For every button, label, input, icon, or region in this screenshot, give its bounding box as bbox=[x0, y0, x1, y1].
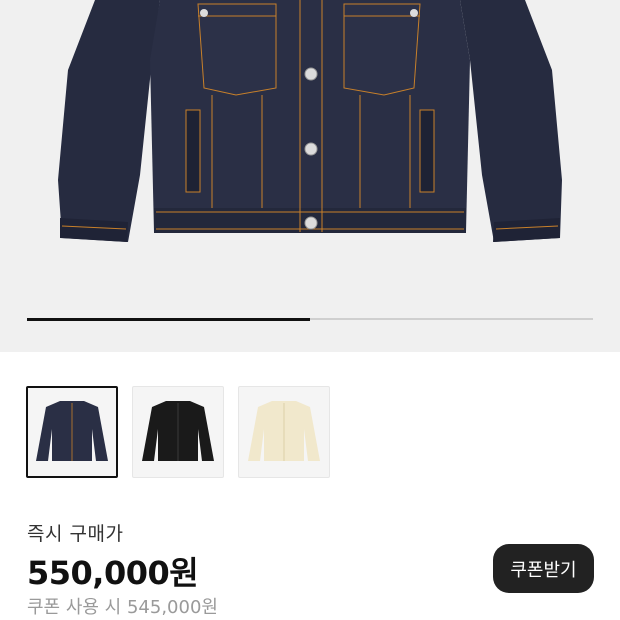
thumbnail-black[interactable] bbox=[132, 386, 224, 478]
jacket-thumbnail-ecru bbox=[248, 401, 320, 461]
coupon-discount-price: 쿠폰 사용 시 545,000원 bbox=[27, 597, 218, 618]
carousel-progress-track bbox=[27, 317, 593, 321]
thumbnail-indigo[interactable] bbox=[26, 386, 118, 478]
product-image-denim-jacket bbox=[58, 0, 562, 242]
color-thumbnail-list bbox=[26, 386, 330, 478]
instant-buy-price: 550,000원 bbox=[27, 554, 199, 592]
thumbnail-ecru[interactable] bbox=[238, 386, 330, 478]
instant-buy-label: 즉시 구매가 bbox=[27, 523, 124, 545]
jacket-thumbnail-black bbox=[142, 401, 214, 461]
product-image-carousel[interactable] bbox=[0, 0, 620, 352]
jacket-thumbnail-indigo bbox=[36, 401, 108, 461]
carousel-progress-indicator bbox=[27, 317, 310, 321]
get-coupon-button[interactable]: 쿠폰받기 bbox=[493, 544, 594, 593]
